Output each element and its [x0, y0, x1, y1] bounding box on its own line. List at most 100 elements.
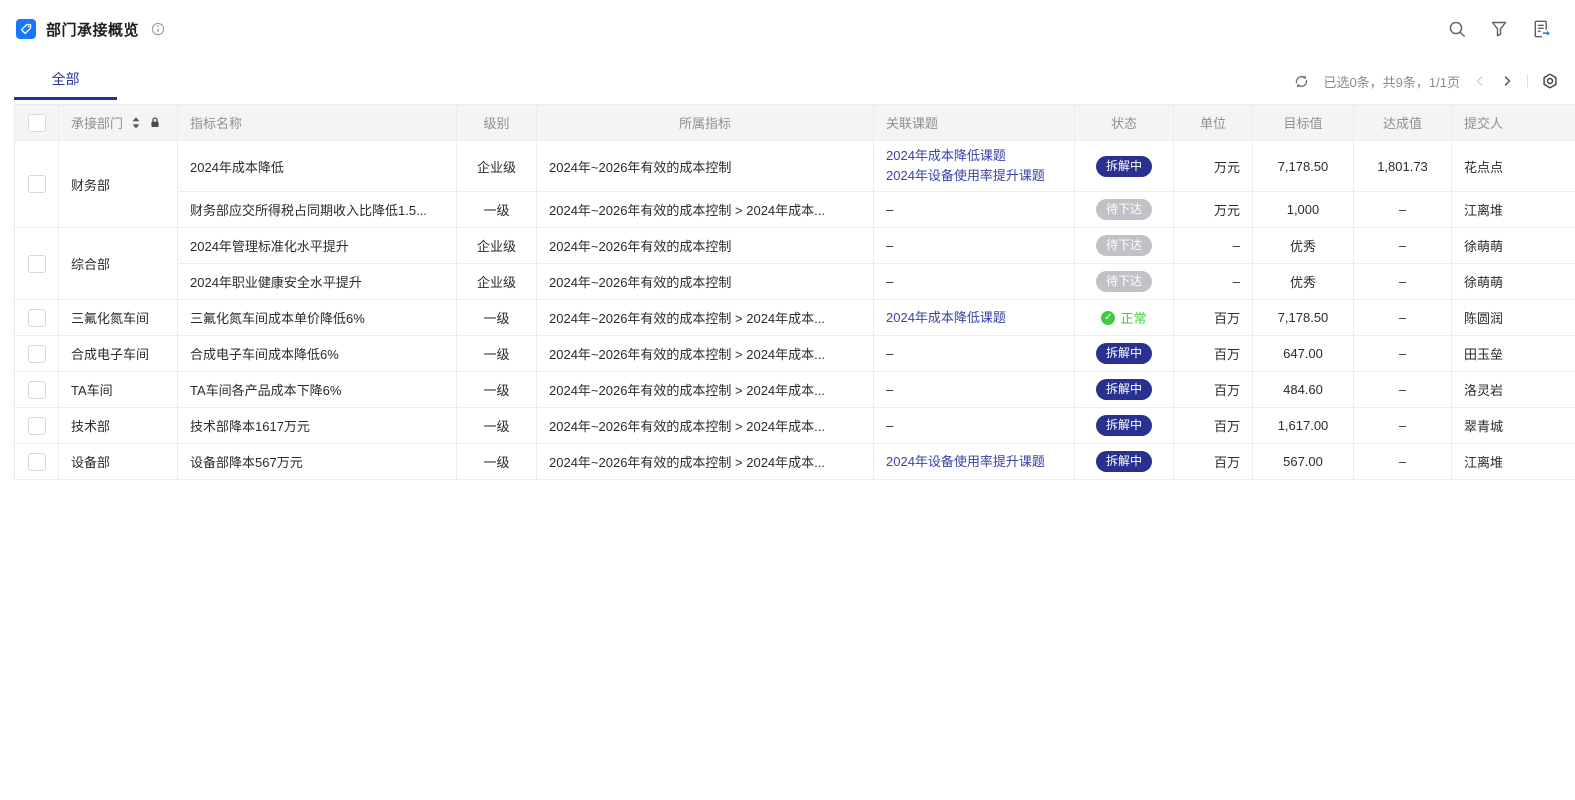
submitter-cell: 江离堆 [1452, 192, 1575, 228]
info-icon[interactable] [151, 22, 165, 36]
row-select-cell [15, 141, 59, 228]
app-window: 部门承接概览 [0, 0, 1575, 800]
status-cell: 拆解中 [1075, 141, 1174, 192]
related-topics-cell: – [874, 228, 1075, 264]
achieved-value-cell: – [1354, 300, 1452, 336]
status-badge: 拆解中 [1096, 379, 1152, 400]
topic-link[interactable]: 2024年成本降低课题 [886, 146, 1062, 166]
submitter-cell: 徐萌萌 [1452, 228, 1575, 264]
target-value-cell: 1,617.00 [1253, 408, 1354, 444]
related-topics-cell: – [874, 408, 1075, 444]
department-cell: 综合部 [59, 228, 178, 300]
related-topics-cell: 2024年成本降低课题 [874, 300, 1075, 336]
department-cell: TA车间 [59, 372, 178, 408]
tag-icon [16, 19, 36, 39]
unit-cell: 百万 [1174, 408, 1253, 444]
level-cell: 企业级 [457, 228, 537, 264]
status-cell: 拆解中 [1075, 372, 1174, 408]
row-checkbox[interactable] [28, 453, 46, 471]
target-value-cell: 优秀 [1253, 264, 1354, 300]
unit-cell: 百万 [1174, 336, 1253, 372]
sort-icon[interactable] [130, 116, 142, 130]
table-container: 承接部门 [14, 104, 1575, 480]
department-cell: 合成电子车间 [59, 336, 178, 372]
row-select-cell [15, 300, 59, 336]
status-normal: ✓正常 [1101, 308, 1146, 327]
table-row: TA车间TA车间各产品成本下降6%一级2024年~2026年有效的成本控制 > … [15, 372, 1575, 408]
status-badge: 待下达 [1096, 199, 1152, 220]
row-checkbox[interactable] [28, 175, 46, 193]
table-row: 2024年职业健康安全水平提升企业级2024年~2026年有效的成本控制–待下达… [15, 264, 1575, 300]
parent-metric-cell: 2024年~2026年有效的成本控制 > 2024年成本... [537, 372, 874, 408]
topic-link[interactable]: 2024年设备使用率提升课题 [886, 166, 1062, 186]
level-cell: 一级 [457, 444, 537, 480]
settings-gear-icon[interactable] [1541, 72, 1559, 90]
tab-all-label: 全部 [52, 71, 80, 87]
metric-name-cell: 三氟化氮车间成本单价降低6% [178, 300, 457, 336]
row-select-cell [15, 336, 59, 372]
search-icon[interactable] [1447, 19, 1467, 39]
table-row: 设备部设备部降本567万元一级2024年~2026年有效的成本控制 > 2024… [15, 444, 1575, 480]
submitter-cell: 田玉垒 [1452, 336, 1575, 372]
level-cell: 一级 [457, 372, 537, 408]
tab-all[interactable]: 全部 [14, 62, 117, 100]
status-badge: 拆解中 [1096, 343, 1152, 364]
col-level-label: 级别 [483, 116, 509, 131]
status-cell: 待下达 [1075, 228, 1174, 264]
parent-metric-cell: 2024年~2026年有效的成本控制 [537, 228, 874, 264]
level-cell: 企业级 [457, 141, 537, 192]
col-target: 目标值 [1253, 105, 1354, 141]
department-cell: 技术部 [59, 408, 178, 444]
row-checkbox[interactable] [28, 381, 46, 399]
row-checkbox[interactable] [28, 309, 46, 327]
topic-link[interactable]: 2024年成本降低课题 [886, 308, 1062, 328]
next-page-icon[interactable] [1500, 74, 1514, 88]
status-cell: ✓正常 [1075, 300, 1174, 336]
export-icon[interactable] [1531, 19, 1551, 39]
unit-cell: – [1174, 228, 1253, 264]
row-select-cell [15, 372, 59, 408]
table-header-row: 承接部门 [15, 105, 1575, 141]
filter-icon[interactable] [1489, 19, 1509, 39]
submitter-cell: 徐萌萌 [1452, 264, 1575, 300]
col-unit-label: 单位 [1200, 116, 1226, 131]
achieved-value-cell: – [1354, 372, 1452, 408]
achieved-value-cell: – [1354, 408, 1452, 444]
row-checkbox[interactable] [28, 345, 46, 363]
row-checkbox[interactable] [28, 255, 46, 273]
metric-name-cell: TA车间各产品成本下降6% [178, 372, 457, 408]
table-row: 合成电子车间合成电子车间成本降低6%一级2024年~2026年有效的成本控制 >… [15, 336, 1575, 372]
metric-name-cell: 2024年职业健康安全水平提升 [178, 264, 457, 300]
table-row: 三氟化氮车间三氟化氮车间成本单价降低6%一级2024年~2026年有效的成本控制… [15, 300, 1575, 336]
status-badge: 拆解中 [1096, 156, 1152, 177]
unit-cell: 万元 [1174, 141, 1253, 192]
status-cell: 待下达 [1075, 264, 1174, 300]
check-icon: ✓ [1101, 311, 1115, 325]
achieved-value-cell: – [1354, 192, 1452, 228]
table-body: 财务部2024年成本降低企业级2024年~2026年有效的成本控制2024年成本… [15, 141, 1575, 480]
refresh-icon[interactable] [1293, 73, 1310, 90]
table-row: 财务部2024年成本降低企业级2024年~2026年有效的成本控制2024年成本… [15, 141, 1575, 192]
table-toolbar: 全部 已选0条，共9条，1/1页 [0, 62, 1575, 100]
col-department-label: 承接部门 [71, 113, 123, 132]
parent-metric-cell: 2024年~2026年有效的成本控制 > 2024年成本... [537, 300, 874, 336]
target-value-cell: 567.00 [1253, 444, 1354, 480]
table-row: 综合部2024年管理标准化水平提升企业级2024年~2026年有效的成本控制–待… [15, 228, 1575, 264]
achieved-value-cell: – [1354, 336, 1452, 372]
toolbar-divider [1527, 74, 1528, 88]
topic-link[interactable]: 2024年设备使用率提升课题 [886, 452, 1062, 472]
metric-name-cell: 财务部应交所得税占同期收入比降低1.5... [178, 192, 457, 228]
col-related-topics: 关联课题 [874, 105, 1075, 141]
metric-name-cell: 合成电子车间成本降低6% [178, 336, 457, 372]
header-actions [1447, 19, 1551, 39]
col-submitter: 提交人 [1452, 105, 1575, 141]
select-all-checkbox[interactable] [28, 114, 46, 132]
title-area: 部门承接概览 [16, 19, 165, 40]
target-value-cell: 7,178.50 [1253, 300, 1354, 336]
target-value-cell: 1,000 [1253, 192, 1354, 228]
row-select-cell [15, 408, 59, 444]
row-checkbox[interactable] [28, 417, 46, 435]
achieved-value-cell: 1,801.73 [1354, 141, 1452, 192]
prev-page-icon[interactable] [1473, 74, 1487, 88]
table-row: 技术部技术部降本1617万元一级2024年~2026年有效的成本控制 > 202… [15, 408, 1575, 444]
